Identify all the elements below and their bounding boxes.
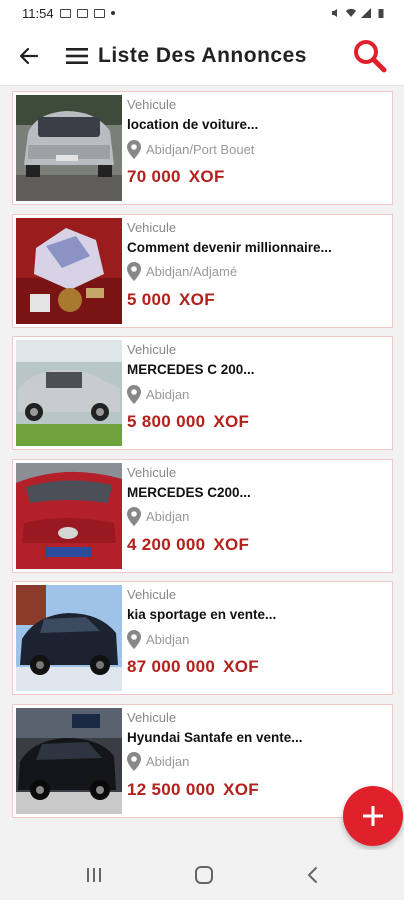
hamburger-menu-icon	[66, 47, 88, 64]
listing-card[interactable]: Vehicule MERCEDES C 200... Abidjan 5 800…	[12, 336, 393, 451]
listing-card[interactable]: Vehicule location de voiture... Abidjan/…	[12, 91, 393, 205]
add-listing-button[interactable]	[343, 786, 403, 846]
listing-title: Hyundai Santafe en vente...	[127, 729, 303, 745]
listing-info: Vehicule MERCEDES C200... Abidjan 4 200 …	[122, 463, 389, 569]
listing-category: Vehicule	[127, 219, 177, 235]
listing-price-amount: 70 000	[127, 167, 181, 186]
listing-price: 70 000 XOF	[127, 167, 389, 187]
location-pin-icon	[127, 507, 141, 527]
search-icon	[354, 39, 387, 72]
listing-location: Abidjan	[127, 507, 389, 527]
listing-category: Vehicule	[127, 709, 177, 725]
location-pin-icon	[127, 139, 141, 159]
listing-info: Vehicule location de voiture... Abidjan/…	[122, 95, 389, 201]
listing-price-currency: XOF	[188, 167, 225, 186]
home-icon[interactable]	[194, 865, 214, 885]
nav-back-icon[interactable]	[305, 866, 319, 884]
more-notifications-icon	[110, 11, 115, 15]
listing-title: kia sportage en vente...	[127, 607, 277, 623]
mail-notification-icon	[93, 8, 105, 18]
listing-price-currency: XOF	[223, 657, 259, 677]
app-bar: Liste Des Annonces	[0, 26, 404, 86]
listing-location: Abidjan/Port Bouet	[127, 139, 389, 159]
listing-title: MERCEDES C200...	[127, 484, 251, 500]
listing-price-amount: 12 500 000	[127, 779, 216, 799]
location-pin-icon	[127, 629, 141, 649]
listing-price-amount: 87 000 000	[127, 657, 216, 677]
listing-price: 87 000 000 XOF	[127, 657, 389, 677]
search-button[interactable]	[342, 26, 398, 86]
listing-card[interactable]: Vehicule kia sportage en vente... Abidja…	[12, 581, 393, 696]
status-bar: 11:54	[0, 0, 404, 26]
listing-location: Abidjan	[127, 752, 389, 772]
listing-location-text: Abidjan	[146, 754, 190, 770]
listing-price: 4 200 000 XOF	[127, 535, 389, 555]
listing-category: Vehicule	[127, 464, 177, 480]
listing-price-currency: XOF	[223, 779, 259, 799]
listing-category: Vehicule	[127, 97, 177, 112]
listing-location: Abidjan	[127, 384, 389, 404]
listing-price-currency: XOF	[179, 289, 215, 309]
listing-category: Vehicule	[127, 587, 177, 603]
listing-location-text: Abidjan	[146, 509, 190, 525]
listing-photo	[16, 707, 122, 814]
listing-photo	[16, 340, 122, 447]
listing-location-text: Abidjan/Port Bouet	[146, 141, 255, 157]
listing-price-amount: 5 000	[127, 289, 172, 309]
status-right	[331, 8, 386, 18]
location-pin-icon	[127, 262, 141, 282]
arrow-left-icon	[19, 47, 39, 64]
listing-title: Comment devenir millionnaire...	[127, 239, 332, 255]
system-nav-bar	[0, 850, 404, 900]
listing-price-amount: 5 800 000	[127, 412, 206, 432]
listing-title: location de voiture...	[127, 117, 259, 132]
location-pin-icon	[127, 384, 141, 404]
notification-icon	[76, 8, 88, 18]
wifi-icon	[346, 8, 356, 17]
mute-icon	[332, 9, 337, 17]
location-pin-icon	[127, 752, 141, 772]
listing-card[interactable]: Vehicule Hyundai Santafe en vente... Abi…	[12, 703, 393, 818]
listing-price: 5 800 000 XOF	[127, 412, 389, 432]
recent-apps-icon[interactable]	[85, 867, 103, 883]
page-title: Liste Des Annonces	[98, 43, 307, 67]
listing-title: MERCEDES C 200...	[127, 362, 255, 378]
status-time: 11:54	[22, 5, 54, 21]
listing-price-amount: 4 200 000	[127, 534, 206, 554]
listing-category: Vehicule	[127, 342, 177, 358]
listing-price: 5 000 XOF	[127, 290, 389, 310]
listing-info: Vehicule Comment devenir millionnaire...…	[122, 218, 389, 324]
back-button[interactable]	[6, 26, 52, 86]
listing-location: Abidjan/Adjamé	[127, 262, 389, 282]
listing-photo	[16, 217, 122, 324]
listing-price-currency: XOF	[213, 412, 250, 432]
listing-price-currency: XOF	[213, 534, 250, 554]
plus-icon	[363, 806, 383, 826]
image-notification-icon	[59, 8, 71, 18]
signal-icon	[361, 8, 371, 18]
listing-card[interactable]: Vehicule Comment devenir millionnaire...…	[12, 213, 393, 328]
listing-card[interactable]: Vehicule MERCEDES C200... Abidjan 4 200 …	[12, 458, 393, 573]
listing-location-text: Abidjan/Adjamé	[146, 264, 238, 280]
listing-location-text: Abidjan	[146, 631, 190, 647]
listing-info: Vehicule MERCEDES C 200... Abidjan 5 800…	[122, 340, 389, 446]
listing-location-text: Abidjan	[146, 386, 190, 402]
listing-photo	[16, 95, 122, 201]
listing-location: Abidjan	[127, 629, 389, 649]
menu-button[interactable]	[60, 26, 94, 86]
listing-photo	[16, 585, 122, 692]
listing-info: Vehicule kia sportage en vente... Abidja…	[122, 585, 389, 691]
status-left: 11:54	[22, 6, 115, 21]
listing-list: Vehicule location de voiture... Abidjan/…	[12, 91, 393, 827]
listing-photo	[16, 462, 122, 569]
battery-icon	[378, 9, 384, 18]
